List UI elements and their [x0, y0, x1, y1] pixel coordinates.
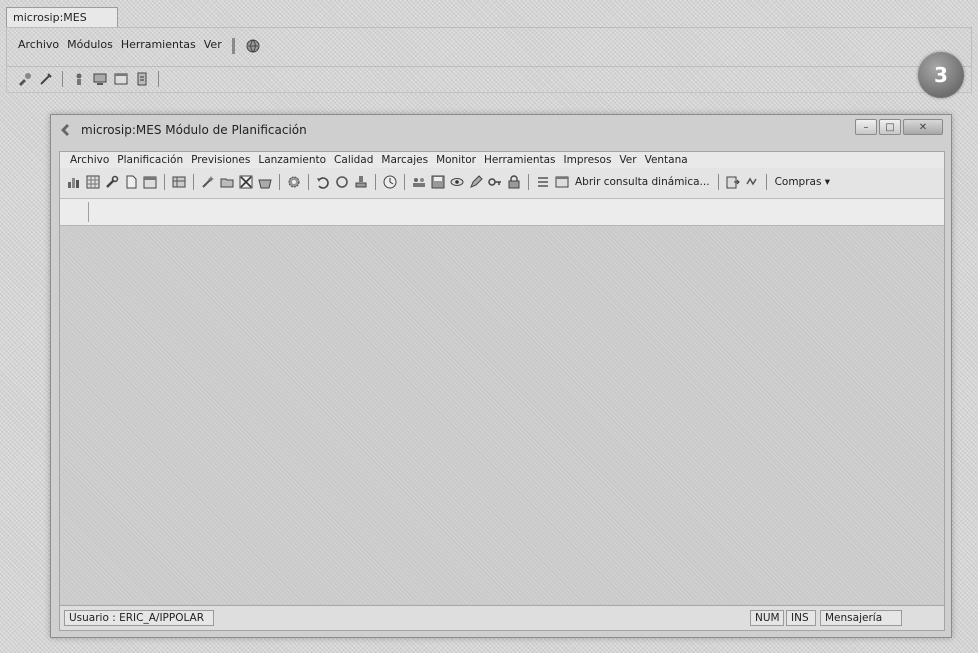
- tools-icon[interactable]: [38, 71, 54, 87]
- document-icon[interactable]: [123, 174, 139, 190]
- menu-previsiones[interactable]: Previsiones: [191, 154, 250, 166]
- toolbar-separator: [164, 174, 165, 190]
- calendar-icon[interactable]: [142, 174, 158, 190]
- app-icon: [59, 122, 75, 138]
- minimize-icon: –: [863, 121, 869, 133]
- maximize-button[interactable]: □: [879, 119, 901, 135]
- refresh-icon[interactable]: [744, 174, 760, 190]
- menu-herramientas[interactable]: Herramientas: [120, 38, 197, 54]
- menu-archivo[interactable]: Archivo: [70, 154, 109, 166]
- menu-modulos[interactable]: Módulos: [66, 38, 114, 54]
- outer-menubar: Archivo Módulos Herramientas Ver: [6, 27, 972, 67]
- cancel-x-icon[interactable]: [238, 174, 254, 190]
- outer-toolbar: [6, 67, 972, 93]
- globe-help-icon[interactable]: [244, 38, 262, 54]
- wrench-icon[interactable]: [104, 174, 120, 190]
- stamp-icon[interactable]: [353, 174, 369, 190]
- basket-icon[interactable]: [257, 174, 273, 190]
- grid-icon[interactable]: [85, 174, 101, 190]
- menu-ver[interactable]: Ver: [619, 154, 636, 166]
- report-icon[interactable]: [134, 71, 150, 87]
- chevron-down-icon: ▾: [821, 176, 831, 188]
- menu-ventana[interactable]: Ventana: [645, 154, 688, 166]
- toolbar-separator: [717, 174, 719, 190]
- modules-icon[interactable]: [17, 71, 33, 87]
- toolbar-separator: [193, 174, 194, 190]
- close-button[interactable]: ✕: [903, 119, 943, 135]
- purchases-dropdown[interactable]: Compras ▾: [773, 176, 832, 188]
- table-icon[interactable]: [171, 174, 187, 190]
- window-icon[interactable]: [113, 71, 129, 87]
- window-icon[interactable]: [554, 174, 570, 190]
- menu-planificacion[interactable]: Planificación: [117, 154, 183, 166]
- mdi-workspace[interactable]: [60, 226, 944, 604]
- inner-menubar: Archivo Planificación Previsiones Lanzam…: [60, 152, 944, 168]
- toolbar-separator: [308, 174, 309, 190]
- inner-client-area: Archivo Planificación Previsiones Lanzam…: [59, 151, 945, 631]
- minimize-button[interactable]: –: [855, 119, 877, 135]
- status-ins: INS: [786, 610, 816, 626]
- menu-herramientas[interactable]: Herramientas: [484, 154, 556, 166]
- user-icon[interactable]: [71, 71, 87, 87]
- secondary-toolbar: [60, 199, 944, 226]
- toolbar-separator: [158, 71, 159, 87]
- step-badge: 3: [918, 52, 964, 98]
- status-user: Usuario : ERIC_A/IPPOLAR: [64, 610, 214, 626]
- menu-archivo[interactable]: Archivo: [17, 38, 60, 54]
- gear-icon[interactable]: [286, 174, 302, 190]
- inner-window: microsip:MES Módulo de Planificación – □…: [50, 114, 952, 638]
- menu-separator: [231, 38, 235, 54]
- maximize-icon: □: [885, 121, 895, 133]
- save-icon[interactable]: [430, 174, 446, 190]
- outer-window-title: microsip:MES: [6, 7, 118, 27]
- secondary-toolbar-divider: [88, 202, 89, 222]
- close-icon: ✕: [918, 121, 928, 133]
- people-icon[interactable]: [411, 174, 427, 190]
- export-icon[interactable]: [725, 174, 741, 190]
- undo-icon[interactable]: [315, 174, 331, 190]
- menu-lanzamiento[interactable]: Lanzamiento: [258, 154, 326, 166]
- lock-icon[interactable]: [506, 174, 522, 190]
- menu-marcajes[interactable]: Marcajes: [381, 154, 428, 166]
- purchases-label: Compras: [774, 176, 822, 188]
- menu-monitor[interactable]: Monitor: [436, 154, 476, 166]
- menu-impresos[interactable]: Impresos: [564, 154, 612, 166]
- desktop-background: { "outer_window": { "title": "microsip:M…: [0, 0, 978, 653]
- dynamic-query-button[interactable]: Abrir consulta dinámica...: [573, 176, 712, 188]
- inner-toolbar: Abrir consulta dinámica... Compras ▾: [60, 168, 944, 199]
- clock-icon[interactable]: [382, 174, 398, 190]
- eye-icon[interactable]: [449, 174, 465, 190]
- toolbar-separator: [528, 174, 529, 190]
- status-bar: Usuario : ERIC_A/IPPOLAR NUM INS Mensaje…: [60, 605, 944, 630]
- menu-ver[interactable]: Ver: [203, 38, 223, 54]
- wizard-icon[interactable]: [200, 174, 216, 190]
- pen-icon[interactable]: [468, 174, 484, 190]
- toolbar-separator: [375, 174, 376, 190]
- cycle-icon[interactable]: [334, 174, 350, 190]
- list-icon[interactable]: [535, 174, 551, 190]
- key-icon[interactable]: [487, 174, 503, 190]
- toolbar-separator: [279, 174, 280, 190]
- toolbar-separator: [765, 174, 767, 190]
- chart-icon[interactable]: [66, 174, 82, 190]
- inner-window-titlebar[interactable]: microsip:MES Módulo de Planificación – □…: [51, 115, 951, 145]
- toolbar-separator: [62, 71, 63, 87]
- toolbar-separator: [404, 174, 405, 190]
- folder-icon[interactable]: [219, 174, 235, 190]
- inner-window-title: microsip:MES Módulo de Planificación: [81, 123, 307, 137]
- messaging-button[interactable]: Mensajería: [820, 610, 902, 626]
- monitor-icon[interactable]: [92, 71, 108, 87]
- menu-calidad[interactable]: Calidad: [334, 154, 373, 166]
- status-num: NUM: [750, 610, 784, 626]
